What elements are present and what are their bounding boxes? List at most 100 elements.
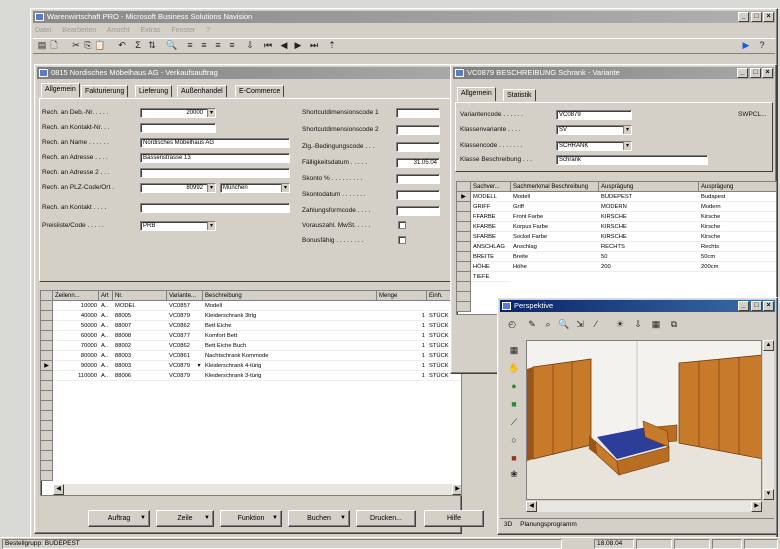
row-selector[interactable]: [41, 421, 53, 431]
table-cell[interactable]: Nachtschrank Kommode: [203, 351, 377, 361]
tab-fakturierung[interactable]: Fakturierung: [81, 85, 129, 97]
zoom-icon[interactable]: ⇩: [244, 39, 256, 51]
klassenvariante-input[interactable]: SV ▾: [556, 125, 632, 135]
row-selector[interactable]: [457, 282, 471, 292]
perspective-close-button[interactable]: ×: [763, 301, 774, 311]
variantencode-input[interactable]: VC0879: [556, 110, 632, 120]
menu-view[interactable]: Ansicht: [107, 27, 130, 34]
row-selector[interactable]: [457, 232, 471, 242]
table-cell[interactable]: 1: [377, 321, 425, 331]
table-cell[interactable]: 1: [377, 311, 425, 321]
table-cell[interactable]: 1: [377, 341, 425, 351]
zlg-bed-input[interactable]: [396, 142, 440, 152]
table-cell[interactable]: A..: [99, 371, 113, 381]
row-selector[interactable]: [457, 302, 471, 312]
scroll-up-button[interactable]: ▲: [763, 340, 774, 351]
table-cell[interactable]: Höhe: [511, 262, 599, 272]
table-cell[interactable]: BREITE: [471, 252, 511, 262]
variant-maximize-button[interactable]: □: [750, 68, 761, 78]
row-selector[interactable]: [41, 401, 53, 411]
list-icon-3[interactable]: ≡: [212, 39, 224, 51]
table-cell[interactable]: 200cm: [699, 262, 776, 272]
table-cell[interactable]: VC0877: [167, 331, 203, 341]
zeile-button[interactable]: Zeile ▼: [156, 510, 214, 527]
variant-lookup-icon[interactable]: ▾: [195, 361, 203, 371]
table-cell[interactable]: [377, 301, 425, 311]
list-icon-2[interactable]: ≡: [198, 39, 210, 51]
green-tool-icon[interactable]: ●: [508, 380, 520, 392]
table-cell[interactable]: Front Farbe: [511, 212, 599, 222]
row-selector[interactable]: [457, 222, 471, 232]
drucken-button[interactable]: Drucken...: [356, 510, 416, 527]
col-header-nr[interactable]: Nr.: [113, 291, 167, 301]
table-cell[interactable]: Breite: [511, 252, 599, 262]
sort-icon[interactable]: ⇅: [146, 39, 158, 51]
variant-close-button[interactable]: ×: [762, 68, 773, 78]
scroll-left-button[interactable]: ◀: [526, 501, 537, 512]
skontodatum-input[interactable]: [396, 190, 440, 200]
table-cell[interactable]: 1: [377, 331, 425, 341]
table-cell[interactable]: A..: [99, 361, 113, 371]
table-cell[interactable]: VC0879: [167, 371, 203, 381]
row-selector[interactable]: [41, 341, 53, 351]
circle-icon[interactable]: ○: [508, 434, 520, 446]
table-cell[interactable]: Kirsche: [699, 232, 776, 242]
kontakt-nr-input[interactable]: [140, 123, 216, 133]
prev-icon[interactable]: ◀: [278, 39, 290, 51]
row-selector[interactable]: [41, 321, 53, 331]
bonus-checkbox[interactable]: [398, 236, 406, 244]
row-selector[interactable]: [41, 431, 53, 441]
table-cell[interactable]: VC0879: [167, 311, 203, 321]
row-selector[interactable]: [41, 391, 53, 401]
row-selector[interactable]: [457, 212, 471, 222]
order-lines-hscrollbar[interactable]: ◀ ▶: [53, 484, 461, 495]
table-cell[interactable]: Bett Eiche Buch: [203, 341, 377, 351]
table-cell[interactable]: A..: [99, 341, 113, 351]
cut-icon[interactable]: ✂: [70, 39, 82, 51]
row-selector[interactable]: [41, 451, 53, 461]
rotate-icon[interactable]: ◴: [506, 318, 518, 330]
menu-tools[interactable]: Extras: [141, 27, 161, 34]
table-cell[interactable]: KFARBE: [471, 222, 511, 232]
help-icon[interactable]: ?: [756, 39, 768, 51]
hand-icon[interactable]: ✋: [508, 362, 520, 374]
col-header-auspraegung[interactable]: Ausprägung: [599, 182, 699, 192]
ort-lookup-icon[interactable]: ▾: [281, 184, 289, 192]
table-cell[interactable]: A..: [99, 351, 113, 361]
table-cell[interactable]: 1: [377, 351, 425, 361]
row-selector[interactable]: [457, 252, 471, 262]
preisliste-input[interactable]: PRB ▾: [140, 221, 216, 231]
col-header-zeile[interactable]: Zeilenn...: [53, 291, 99, 301]
row-selector[interactable]: [41, 381, 53, 391]
klassencode-input[interactable]: SCHRANK ▾: [556, 141, 632, 151]
table-cell[interactable]: Griff: [511, 202, 599, 212]
plz-lookup-icon[interactable]: ▾: [207, 184, 215, 192]
table-cell[interactable]: 70000: [53, 341, 97, 351]
funktion-button[interactable]: Funktion ▼: [220, 510, 282, 527]
row-selector[interactable]: [457, 202, 471, 212]
scroll-right-button[interactable]: ▶: [751, 501, 762, 512]
zahlungsform-input[interactable]: [396, 206, 440, 216]
table-cell[interactable]: 1: [377, 371, 425, 381]
variant-minimize-button[interactable]: _: [737, 68, 748, 78]
table-cell[interactable]: MODERN: [599, 202, 699, 212]
col-header-auspraegung-2[interactable]: Ausprägung: [699, 182, 776, 192]
table-cell[interactable]: Kirsche: [699, 222, 776, 232]
table-cell[interactable]: VC0861: [167, 351, 203, 361]
camera-icon[interactable]: ⇩: [632, 318, 644, 330]
row-selector-current[interactable]: ▶: [457, 192, 471, 202]
table-cell[interactable]: A..: [99, 331, 113, 341]
menu-edit[interactable]: Bearbeiten: [62, 27, 96, 34]
move-icon[interactable]: ⇲: [574, 318, 586, 330]
texture-icon[interactable]: ❀: [508, 468, 520, 480]
brown-icon[interactable]: ■: [508, 452, 520, 464]
table-cell[interactable]: KIRSCHE: [599, 222, 699, 232]
table-cell[interactable]: 1: [377, 361, 425, 371]
row-selector[interactable]: [41, 471, 53, 481]
table-cell[interactable]: 88003: [113, 351, 167, 361]
tab-allgemein[interactable]: Allgemein: [41, 83, 80, 97]
tab-e-commerce[interactable]: E-Commerce: [235, 85, 285, 97]
table-cell[interactable]: Modern: [699, 202, 776, 212]
row-selector[interactable]: [457, 292, 471, 302]
name-input[interactable]: Nordisches Möbelhaus AG: [140, 138, 290, 148]
